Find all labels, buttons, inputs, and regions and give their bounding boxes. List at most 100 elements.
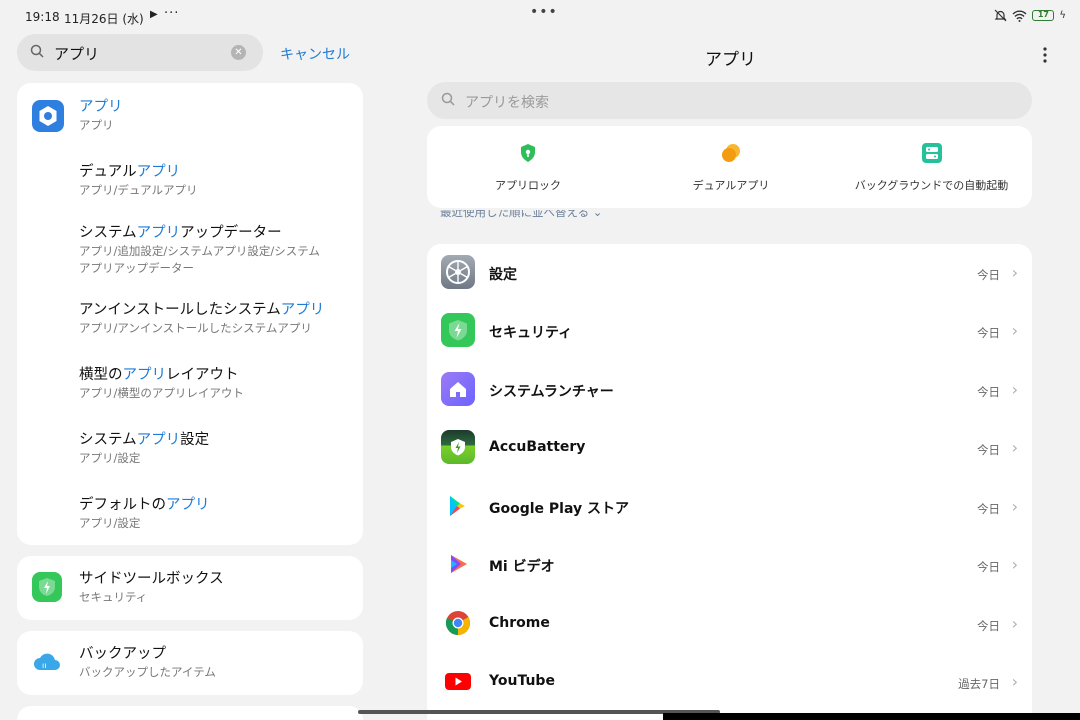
app-row-system-launcher[interactable]: システムランチャー 今日 › <box>427 361 1032 419</box>
app-name: Google Play ストア <box>489 501 629 517</box>
app-settings-icon <box>32 100 64 132</box>
result-title: 横型のアプリレイアウト <box>79 367 239 383</box>
search-result-partial-card[interactable] <box>17 706 363 720</box>
more-options-icon[interactable] <box>1039 46 1051 64</box>
status-bar: 19:18 11月26日 (水) ▶ ··· ••• 17 ϟ <box>0 0 1080 34</box>
mi-video-icon <box>441 547 475 581</box>
result-path-continued: アプリアップデーター <box>79 261 194 275</box>
result-title: システムアプリ設定 <box>79 432 210 448</box>
result-title: アンインストールしたシステムアプリ <box>79 302 325 318</box>
result-title: サイドツールボックス <box>79 571 224 587</box>
chevron-right-icon: › <box>1011 321 1018 340</box>
date: 11月26日 (水) <box>64 12 144 26</box>
result-title: バックアップ <box>79 646 166 662</box>
window-handle-icon[interactable]: ••• <box>530 4 558 20</box>
app-name: システムランチャー <box>489 384 614 400</box>
result-path: セキュリティ <box>79 590 148 604</box>
clock: 19:18 <box>25 10 60 24</box>
result-path: アプリ <box>79 118 114 132</box>
last-used: 過去7日 <box>958 677 1000 691</box>
app-search-input[interactable]: アプリを検索 <box>427 82 1032 119</box>
shield-lock-icon <box>521 144 535 162</box>
search-result-item[interactable]: アンインストールしたシステムアプリ アプリ/アンインストールしたシステムアプリ <box>79 301 324 337</box>
chrome-icon <box>441 606 475 640</box>
home-launcher-icon <box>441 372 475 406</box>
app-row-accubattery[interactable]: AccuBattery 今日 › <box>427 419 1032 477</box>
quick-actions-card: アプリロック デュアルアプリ バックグラウンドでの自動起動 <box>427 126 1032 208</box>
search-results-card: アプリ アプリ デュアルアプリ アプリ/デュアルアプリ システムアプリアップデー… <box>17 83 363 545</box>
settings-gear-icon <box>441 255 475 289</box>
chevron-right-icon: › <box>1011 380 1018 399</box>
search-result-item[interactable]: システムアプリアップデーター アプリ/追加設定/システムアプリ設定/システム ア… <box>79 224 320 277</box>
search-result-item[interactable]: アプリ アプリ <box>79 98 123 134</box>
svg-text:ıı: ıı <box>42 661 46 670</box>
result-path: アプリ/アンインストールしたシステムアプリ <box>79 321 312 335</box>
result-path: バックアップしたアイテム <box>79 665 216 679</box>
settings-search-input[interactable]: アプリ ✕ <box>17 34 263 71</box>
search-query-text[interactable]: アプリ <box>54 43 99 64</box>
sort-order-toggle[interactable]: 最近使用した順に並べ替える ⌄ <box>440 210 602 222</box>
last-used: 今日 <box>977 268 1000 282</box>
search-result-item[interactable]: デュアルアプリ アプリ/デュアルアプリ <box>79 163 198 199</box>
dual-apps-button[interactable]: デュアルアプリ <box>686 142 776 193</box>
last-used: 今日 <box>977 619 1000 633</box>
gesture-bar-area <box>663 713 1080 720</box>
chevron-right-icon: › <box>1011 438 1018 457</box>
search-icon <box>30 44 44 58</box>
security-shield-icon <box>441 313 475 347</box>
result-title: システムアプリアップデーター <box>79 225 282 241</box>
status-icons: 17 ϟ <box>994 9 1066 22</box>
charging-icon: ϟ <box>1059 10 1066 21</box>
silent-bell-icon <box>994 9 1007 22</box>
autostart-icon <box>921 143 942 163</box>
accubattery-icon <box>441 430 475 464</box>
result-path: アプリ/設定 <box>79 516 141 530</box>
chevron-right-icon: › <box>1011 672 1018 691</box>
app-row-youtube[interactable]: YouTube 過去7日 › <box>427 653 1032 711</box>
search-result-item[interactable]: デフォルトのアプリ アプリ/設定 <box>79 496 210 532</box>
last-used: 今日 <box>977 443 1000 457</box>
result-path: アプリ/デュアルアプリ <box>79 183 198 197</box>
search-result-backup-card[interactable]: ıı バックアップ バックアップしたアイテム <box>17 631 363 695</box>
app-lock-button[interactable]: アプリロック <box>489 142 567 193</box>
dual-app-icon <box>722 144 740 162</box>
app-name: YouTube <box>489 673 555 689</box>
result-path: アプリ/設定 <box>79 451 141 465</box>
app-row-settings[interactable]: 設定 今日 › <box>427 244 1032 302</box>
autostart-button[interactable]: バックグラウンドでの自動起動 <box>854 142 1009 193</box>
result-title: デュアルアプリ <box>79 164 181 180</box>
security-app-icon <box>32 572 62 602</box>
app-row-chrome[interactable]: Chrome 今日 › <box>427 595 1032 653</box>
clear-search-icon[interactable]: ✕ <box>231 45 246 60</box>
battery-icon: 17 <box>1032 10 1055 21</box>
cancel-button[interactable]: キャンセル <box>280 44 350 64</box>
quick-label: アプリロック <box>495 179 561 192</box>
cloud-backup-icon: ıı <box>32 647 62 677</box>
search-result-sidetool-card[interactable]: サイドツールボックス セキュリティ <box>17 556 363 620</box>
result-title: デフォルトのアプリ <box>79 497 210 513</box>
app-row-google-play[interactable]: Google Play ストア 今日 › <box>427 478 1032 536</box>
quick-label: バックグラウンドでの自動起動 <box>854 179 1009 192</box>
result-path: アプリ/横型のアプリレイアウト <box>79 386 244 400</box>
chevron-right-icon: › <box>1011 263 1018 282</box>
quick-label: デュアルアプリ <box>692 179 770 192</box>
search-result-item[interactable]: 横型のアプリレイアウト アプリ/横型のアプリレイアウト <box>79 366 244 402</box>
app-name: AccuBattery <box>489 439 586 455</box>
app-name: Chrome <box>489 615 550 631</box>
app-name: 設定 <box>489 267 517 283</box>
app-name: セキュリティ <box>489 325 573 341</box>
result-title: アプリ <box>79 99 123 115</box>
wifi-icon <box>1012 10 1027 22</box>
chevron-right-icon: › <box>1011 555 1018 574</box>
result-text: バックアップ バックアップしたアイテム <box>79 645 216 681</box>
last-used: 今日 <box>977 502 1000 516</box>
last-used: 今日 <box>977 385 1000 399</box>
google-play-icon <box>441 489 475 523</box>
youtube-icon <box>441 664 475 698</box>
chevron-right-icon: › <box>1011 614 1018 633</box>
search-result-item[interactable]: システムアプリ設定 アプリ/設定 <box>79 431 209 467</box>
app-row-security[interactable]: セキュリティ 今日 › <box>427 302 1032 360</box>
search-placeholder: アプリを検索 <box>465 95 549 111</box>
app-row-mi-video[interactable]: Mi ビデオ 今日 › <box>427 536 1032 594</box>
app-list: 設定 今日 › セキュリティ 今日 › システムランチャー 今日 › AccuB… <box>427 244 1032 720</box>
